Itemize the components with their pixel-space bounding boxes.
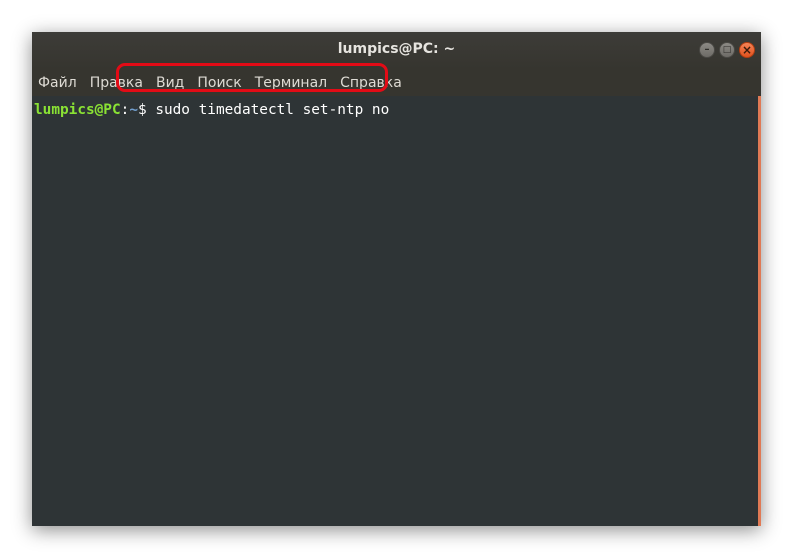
- command-highlight-annotation: [116, 63, 388, 92]
- window-controls: – □ ×: [699, 42, 755, 58]
- close-button[interactable]: ×: [739, 42, 755, 58]
- prompt-path: ~: [129, 102, 138, 118]
- prompt-separator: :: [120, 102, 130, 118]
- maximize-icon: □: [722, 45, 732, 55]
- window-title: lumpics@PC: ~: [337, 41, 456, 57]
- command-text: sudo timedatectl set-ntp no: [155, 102, 390, 118]
- prompt-symbol: $: [137, 102, 156, 118]
- prompt-user-host: lumpics@PC: [34, 102, 121, 118]
- minimize-icon: –: [704, 44, 710, 55]
- close-icon: ×: [741, 43, 753, 57]
- maximize-button[interactable]: □: [719, 42, 735, 58]
- terminal-area[interactable]: lumpics@PC:~$ sudo timedatectl set-ntp n…: [32, 96, 761, 526]
- minimize-button[interactable]: –: [699, 42, 715, 58]
- menu-file[interactable]: Файл: [38, 75, 77, 91]
- terminal-window: lumpics@PC: ~ – □ × Файл Правка Вид Поис…: [32, 32, 761, 526]
- prompt-line: lumpics@PC:~$ sudo timedatectl set-ntp n…: [34, 100, 389, 120]
- scrollbar[interactable]: [758, 96, 761, 526]
